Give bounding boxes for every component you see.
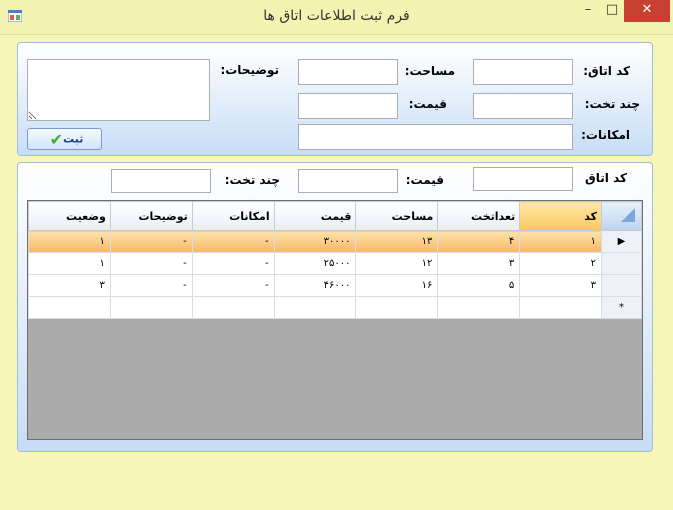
cell-price[interactable]: ۲۵۰۰۰ [273,252,357,275]
cell-status[interactable]: ۳ [28,274,111,297]
cell-code[interactable]: ۳ [519,274,602,297]
column-header-area[interactable]: مساحت [355,201,439,231]
cell-beds[interactable]: ۴ [437,230,521,253]
column-header-code[interactable]: کد [519,201,602,231]
rooms-table: وضعیت توضیحات امکانات قیمت مساحت تعداتخت… [28,201,642,319]
table-row[interactable]: ۱ - - ۲۵۰۰۰ ۱۲ ۳ ۲ [28,252,642,275]
cell-code[interactable]: ۱ [519,230,602,253]
cell-description[interactable]: - [109,252,193,275]
price-field[interactable] [298,93,398,119]
beds-field[interactable] [473,93,573,119]
cell-area[interactable]: ۱۲ [355,252,439,275]
new-cell[interactable] [191,296,275,319]
area-label: مساحت: [404,64,455,78]
cell-description[interactable]: - [109,274,193,297]
column-header-facilities[interactable]: امکانات [191,201,275,231]
cell-price[interactable]: ۳۰۰۰۰ [273,230,357,253]
new-row[interactable]: * [28,296,642,319]
column-header-status[interactable]: وضعیت [28,201,111,231]
table-row[interactable]: ۳ - - ۴۶۰۰۰ ۱۶ ۵ ۳ [28,274,642,297]
room-code-label: کد اتاق: [583,64,630,78]
cell-facilities[interactable]: - [191,252,275,275]
minimize-button[interactable]: – [576,0,600,22]
search-price-label: قیمت: [405,173,444,187]
facilities-field[interactable] [298,124,573,150]
check-icon: ✔ [49,130,64,149]
cell-facilities[interactable]: - [191,230,275,253]
new-row-asterisk-icon[interactable]: * [600,296,642,319]
beds-label: چند تخت: [584,97,640,111]
description-field[interactable] [27,59,210,121]
cell-price[interactable]: ۴۶۰۰۰ [273,274,357,297]
search-room-code-field[interactable] [473,167,573,191]
save-button[interactable]: ✔ثبت [27,128,102,150]
cell-status[interactable]: ۱ [28,252,111,275]
select-all-corner[interactable] [600,201,642,231]
corner-triangle-icon [621,207,635,222]
new-cell[interactable] [519,296,602,319]
search-room-code-label: کد اتاق [585,171,627,185]
room-code-field[interactable] [473,59,573,85]
cell-beds[interactable]: ۳ [437,252,521,275]
cell-code[interactable]: ۲ [519,252,602,275]
cell-area[interactable]: ۱۶ [355,274,439,297]
price-label: قیمت: [408,97,447,111]
current-row-indicator-icon[interactable]: ▶ [600,230,642,253]
row-header[interactable] [600,274,642,297]
search-beds-field[interactable] [111,169,211,193]
new-cell[interactable] [273,296,357,319]
new-cell[interactable] [109,296,193,319]
facilities-label: امکانات: [581,128,630,142]
cell-description[interactable]: - [109,230,193,253]
rooms-grid[interactable]: وضعیت توضیحات امکانات قیمت مساحت تعداتخت… [27,200,643,440]
row-header[interactable] [600,252,642,275]
window-title: فرم ثبت اطلاعات اتاق ها [263,8,410,24]
search-price-field[interactable] [298,169,398,193]
cell-area[interactable]: ۱۳ [355,230,439,253]
grid-header-row: وضعیت توضیحات امکانات قیمت مساحت تعداتخت… [28,201,642,231]
table-row[interactable]: ۱ - - ۳۰۰۰۰ ۱۳ ۴ ۱ ▶ [28,230,642,253]
maximize-button[interactable]: □ [601,0,623,22]
column-header-description[interactable]: توضیحات [109,201,193,231]
save-button-label: ثبت [63,132,84,146]
cell-facilities[interactable]: - [191,274,275,297]
description-label: توضیحات: [220,63,279,77]
column-header-beds[interactable]: تعداتخت [437,201,521,231]
new-cell[interactable] [28,296,111,319]
area-field[interactable] [298,59,398,85]
new-cell[interactable] [437,296,521,319]
new-cell[interactable] [355,296,439,319]
column-header-price[interactable]: قیمت [273,201,357,231]
cell-beds[interactable]: ۵ [437,274,521,297]
close-button[interactable]: ✕ [624,0,670,22]
cell-status[interactable]: ۱ [28,230,111,253]
title-bar: فرم ثبت اطلاعات اتاق ها – □ ✕ [0,0,673,35]
search-beds-label: چند تخت: [224,173,280,187]
